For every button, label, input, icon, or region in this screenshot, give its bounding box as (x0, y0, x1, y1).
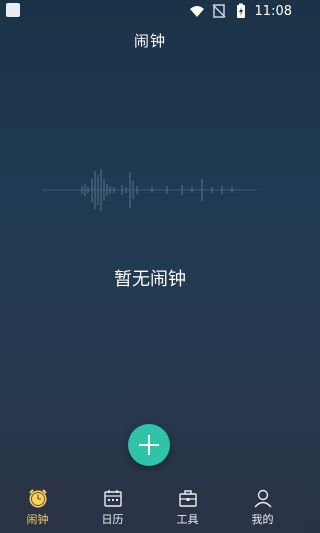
waveform-graphic (42, 169, 257, 211)
user-icon (253, 489, 272, 508)
nav-item-alarm[interactable]: 闹钟 (0, 487, 75, 531)
status-icons: 11:08 (189, 3, 292, 19)
nav-item-calendar[interactable]: 日历 (75, 487, 150, 531)
page-title: 闹钟 (133, 32, 166, 50)
add-alarm-button[interactable] (128, 424, 170, 466)
battery-icon (236, 3, 245, 18)
alarm-clock-icon (28, 489, 47, 508)
notification-icon (6, 3, 20, 17)
status-bar: 11:08 (0, 0, 300, 22)
nav-item-mine[interactable]: 我的 (225, 487, 300, 531)
toolbox-icon (178, 490, 197, 507)
nav-label-mine: 我的 (251, 513, 274, 526)
calendar-icon (103, 490, 122, 507)
nav-label-tools: 工具 (176, 513, 199, 526)
nav-item-tools[interactable]: 工具 (150, 487, 225, 531)
wifi-icon (189, 6, 204, 17)
empty-state-text: 暂无闹钟 (114, 269, 186, 290)
no-signal-icon (212, 4, 226, 18)
nav-label-calendar: 日历 (101, 513, 124, 526)
bottom-navigation: 闹钟 日历 工具 我的 (0, 483, 300, 533)
nav-label-alarm: 闹钟 (26, 513, 49, 526)
status-time: 11:08 (254, 3, 292, 19)
plus-icon (139, 435, 159, 455)
